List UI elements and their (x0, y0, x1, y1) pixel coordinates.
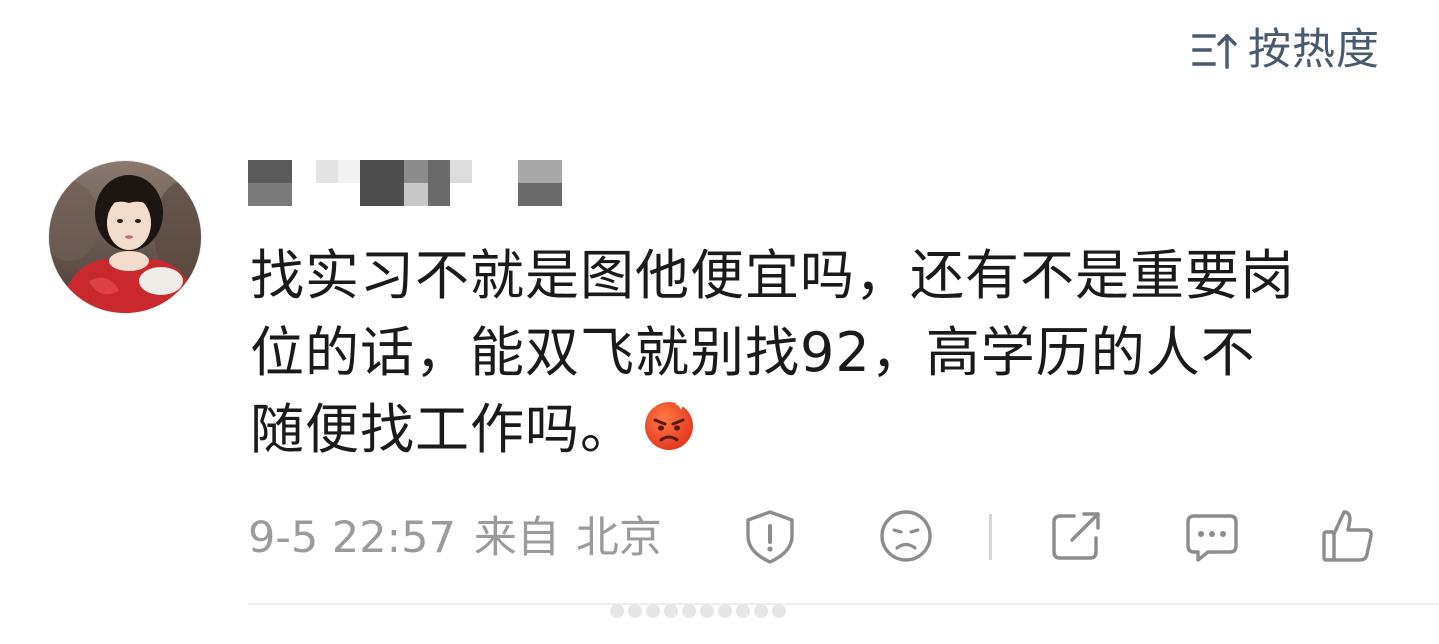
comment-line-3-text: 随便找工作吗。 (250, 398, 635, 461)
comment-meta: 9-5 22:57 来自 北京 (248, 510, 662, 566)
share-button[interactable] (1046, 506, 1106, 566)
source-prefix: 来自 (473, 513, 560, 563)
angry-face-emoji (645, 398, 693, 450)
comment-line-2: 位的话，能双飞就别找92，高学历的人不 (250, 321, 1256, 384)
avatar[interactable] (48, 160, 202, 314)
comment-divider (248, 603, 1439, 605)
username-obscured[interactable] (248, 160, 578, 206)
reply-comment-icon (1186, 514, 1238, 562)
reply-button[interactable] (1182, 506, 1242, 566)
report-button[interactable] (740, 506, 800, 566)
comment-text: 找实习不就是图他便宜吗，还有不是重要岗 位的话，能双飞就别找92，高学历的人不 … (250, 237, 1410, 468)
like-button[interactable] (1318, 506, 1378, 566)
user-avatar-photo (49, 161, 201, 313)
sort-by-heat-button[interactable]: 按热度 (1190, 24, 1380, 76)
like-thumb-icon (1322, 510, 1373, 562)
timestamp: 9-5 22:57 (248, 513, 456, 563)
dislike-face-icon (880, 510, 932, 562)
dislike-button[interactable] (876, 506, 936, 566)
watermark (610, 598, 810, 626)
report-icon (746, 510, 794, 564)
location: 北京 (575, 513, 662, 563)
share-icon (1052, 512, 1100, 560)
sort-by-heat-label: 按热度 (1248, 25, 1380, 75)
sort-by-heat-icon (1192, 34, 1237, 69)
action-separator (989, 514, 992, 560)
comment-line-3: 随便找工作吗。 (250, 391, 1410, 468)
comment-line-1: 找实习不就是图他便宜吗，还有不是重要岗 (250, 244, 1295, 307)
